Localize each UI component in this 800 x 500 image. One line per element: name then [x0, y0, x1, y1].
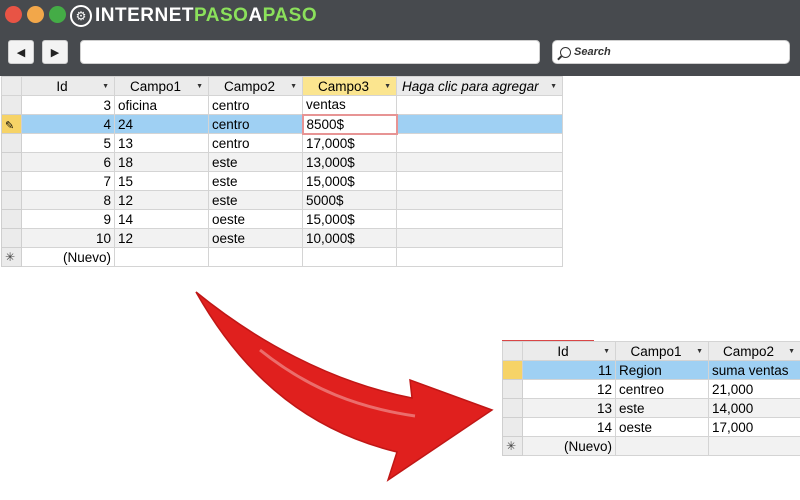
- cell-campo1[interactable]: [615, 436, 709, 456]
- table-row[interactable]: 12 centreo 21,000: [502, 379, 800, 399]
- new-record-icon: ✳: [502, 436, 523, 456]
- cell-campo1[interactable]: Region: [615, 360, 709, 380]
- cell-id[interactable]: 13: [522, 398, 616, 418]
- cell-id[interactable]: 11: [522, 360, 616, 380]
- row-selector[interactable]: [502, 398, 523, 418]
- cell-campo2[interactable]: 21,000: [708, 379, 800, 399]
- chevron-down-icon[interactable]: ▼: [696, 348, 703, 355]
- cell-campo1[interactable]: centreo: [615, 379, 709, 399]
- new-record-row[interactable]: ✳ (Nuevo): [502, 436, 800, 456]
- arrow-shape: [195, 291, 494, 482]
- table-row[interactable]: 11 Region suma ventas: [502, 360, 800, 380]
- cell-id[interactable]: 12: [522, 379, 616, 399]
- cell-campo2[interactable]: [708, 436, 800, 456]
- column-header-campo1[interactable]: Campo1 ▼: [615, 341, 709, 361]
- cell-campo1[interactable]: este: [615, 398, 709, 418]
- chevron-down-icon[interactable]: ▼: [788, 348, 795, 355]
- cell-campo2[interactable]: 17,000: [708, 417, 800, 437]
- select-all-cell[interactable]: [502, 341, 523, 361]
- column-header-id[interactable]: Id ▼: [522, 341, 616, 361]
- header-row: Id ▼ Campo1 ▼ Campo2 ▼: [502, 341, 800, 361]
- row-selector[interactable]: [502, 417, 523, 437]
- cell-campo2[interactable]: 14,000: [708, 398, 800, 418]
- row-selector[interactable]: [502, 360, 523, 380]
- new-record-label[interactable]: (Nuevo): [522, 436, 616, 456]
- datasheet-table-2: Id ▼ Campo1 ▼ Campo2 ▼ 11 Region suma venta…: [502, 341, 800, 456]
- table-row[interactable]: 14 oeste 17,000: [502, 417, 800, 437]
- table-row[interactable]: 13 este 14,000: [502, 398, 800, 418]
- cell-id[interactable]: 14: [522, 417, 616, 437]
- chevron-down-icon[interactable]: ▼: [603, 348, 610, 355]
- cell-campo2[interactable]: suma ventas: [708, 360, 800, 380]
- column-header-campo2[interactable]: Campo2 ▼: [708, 341, 800, 361]
- row-selector[interactable]: [502, 379, 523, 399]
- cell-campo1[interactable]: oeste: [615, 417, 709, 437]
